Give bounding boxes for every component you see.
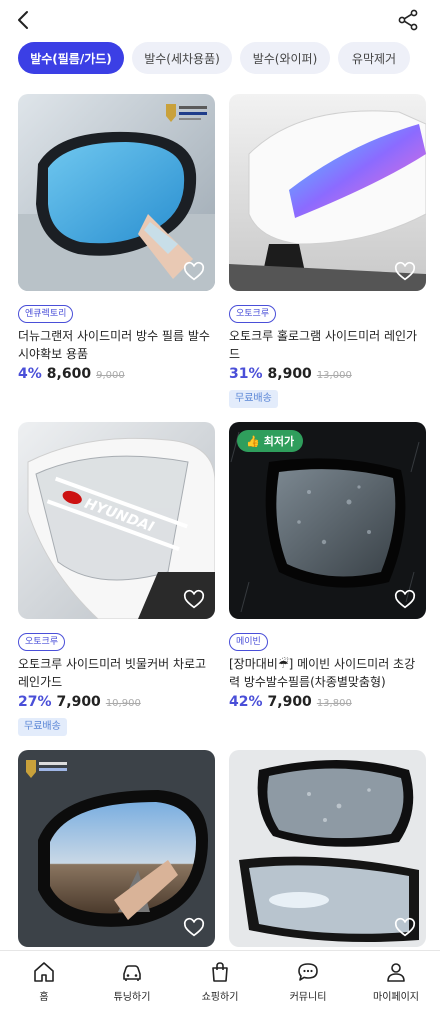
heart-icon[interactable] (394, 917, 416, 939)
brand-tag[interactable]: 오토크루 (229, 305, 277, 323)
chip-film-guard[interactable]: 발수(필름/가드) (18, 42, 124, 74)
share-button[interactable] (396, 8, 420, 32)
chip-wash-supplies[interactable]: 발수(세차용품) (132, 42, 232, 74)
heart-icon[interactable] (183, 261, 205, 283)
product-info: 오토크루 오토크루 사이드미러 빗물커버 차로고 레인가드 27% 7,900 … (18, 619, 215, 750)
product-image[interactable] (229, 750, 426, 947)
product-info: 오토크루 오토크루 홀로그램 사이드미러 레인가드 31% 8,900 13,0… (229, 291, 426, 422)
free-shipping-badge: 무료배송 (229, 390, 278, 408)
nav-community-label: 커뮤니티 (289, 992, 327, 1003)
heart-icon[interactable] (394, 261, 416, 283)
lowest-price-label: 최저가 (263, 435, 295, 448)
product-image[interactable] (229, 94, 426, 291)
sale-price: 8,600 (46, 366, 92, 382)
product-image[interactable] (18, 94, 215, 291)
product-title[interactable]: 오토크루 홀로그램 사이드미러 레인가드 (229, 327, 426, 363)
nav-shopping[interactable]: 쇼핑하기 (176, 951, 264, 1009)
bottom-navigation: 홈 튜닝하기 쇼핑하기 커뮤니티 마이페이지 (0, 950, 440, 1009)
brand-tag[interactable]: 엔큐렉토리 (18, 305, 74, 323)
nav-tuning-label: 튜닝하기 (113, 992, 151, 1003)
price-row: 42% 7,900 13,800 (229, 694, 426, 710)
chip-wiper[interactable]: 발수(와이퍼) (240, 42, 330, 74)
product-title[interactable]: 오토크루 사이드미러 빗물커버 차로고 레인가드 (18, 655, 215, 691)
home-icon (34, 962, 54, 982)
original-price: 9,000 (96, 370, 125, 381)
car-icon (123, 965, 141, 981)
product-grid: 엔큐렉토리 더뉴그랜저 사이드미러 방수 필름 발수 시야확보 용품 4% 8,… (18, 94, 426, 947)
product-image[interactable] (18, 750, 215, 947)
lowest-price-badge: 👍 최저가 (237, 430, 304, 452)
nav-home[interactable]: 홈 (0, 951, 88, 1009)
product-card[interactable]: HYUNDAI 오토크루 오토크루 사이드미러 빗물커버 차로고 레인가드 27… (18, 422, 215, 750)
heart-icon[interactable] (183, 589, 205, 611)
brand-tag[interactable]: 오토크루 (18, 633, 66, 651)
nav-mypage[interactable]: 마이페이지 (352, 951, 440, 1009)
discount-rate: 4% (18, 366, 42, 382)
shopping-bag-icon (212, 962, 228, 982)
product-card[interactable]: 엔큐렉토리 더뉴그랜저 사이드미러 방수 필름 발수 시야확보 용품 4% 8,… (18, 94, 215, 422)
brand-logo-badge (164, 100, 210, 128)
discount-rate: 42% (229, 694, 263, 710)
thumbs-up-icon: 👍 (246, 434, 260, 448)
original-price: 10,900 (105, 698, 141, 709)
back-button[interactable] (12, 8, 36, 32)
product-title[interactable]: 더뉴그랜저 사이드미러 방수 필름 발수 시야확보 용품 (18, 327, 215, 363)
brand-tag[interactable]: 메이빈 (229, 633, 268, 651)
brand-logo-badge (24, 756, 70, 784)
heart-icon[interactable] (183, 917, 205, 939)
discount-rate: 31% (229, 366, 263, 382)
free-shipping-badge: 무료배송 (18, 718, 67, 736)
chip-oil-film-removal[interactable]: 유막제거 (338, 42, 410, 74)
nav-community[interactable]: 커뮤니티 (264, 951, 352, 1009)
sale-price: 7,900 (56, 694, 101, 710)
heart-icon[interactable] (394, 589, 416, 611)
product-image[interactable]: 👍 최저가 (229, 422, 426, 619)
price-row: 4% 8,600 9,000 (18, 366, 215, 382)
nav-shopping-label: 쇼핑하기 (201, 992, 239, 1003)
discount-rate: 27% (18, 694, 52, 710)
price-row: 31% 8,900 13,000 (229, 366, 426, 382)
product-info: 엔큐렉토리 더뉴그랜저 사이드미러 방수 필름 발수 시야확보 용품 4% 8,… (18, 291, 215, 422)
product-card[interactable] (229, 750, 426, 947)
nav-home-label: 홈 (39, 992, 49, 1003)
top-bar (0, 0, 440, 40)
original-price: 13,000 (316, 370, 352, 381)
product-title[interactable]: [장마대비☔] 메이빈 사이드미러 초강력 방수발수필름(차종별맞춤형) (229, 655, 426, 691)
chevron-left-icon (18, 11, 28, 29)
original-price: 13,800 (316, 698, 352, 709)
nav-tuning[interactable]: 튜닝하기 (88, 951, 176, 1009)
nav-mypage-label: 마이페이지 (373, 992, 419, 1003)
product-card[interactable] (18, 750, 215, 947)
category-chips: 발수(필름/가드) 발수(세차용품) 발수(와이퍼) 유막제거 (18, 42, 410, 74)
user-icon (387, 963, 405, 982)
price-row: 27% 7,900 10,900 (18, 694, 215, 710)
chat-bubble-icon (298, 963, 318, 981)
sale-price: 8,900 (267, 366, 312, 382)
product-card[interactable]: 👍 최저가 메이빈 [장마대비☔] 메이빈 사이드미러 초강력 방수발수필름(차… (229, 422, 426, 750)
product-image[interactable]: HYUNDAI (18, 422, 215, 619)
product-info: 메이빈 [장마대비☔] 메이빈 사이드미러 초강력 방수발수필름(차종별맞춤형)… (229, 619, 426, 750)
share-icon (398, 9, 418, 31)
product-card[interactable]: 오토크루 오토크루 홀로그램 사이드미러 레인가드 31% 8,900 13,0… (229, 94, 426, 422)
sale-price: 7,900 (267, 694, 312, 710)
